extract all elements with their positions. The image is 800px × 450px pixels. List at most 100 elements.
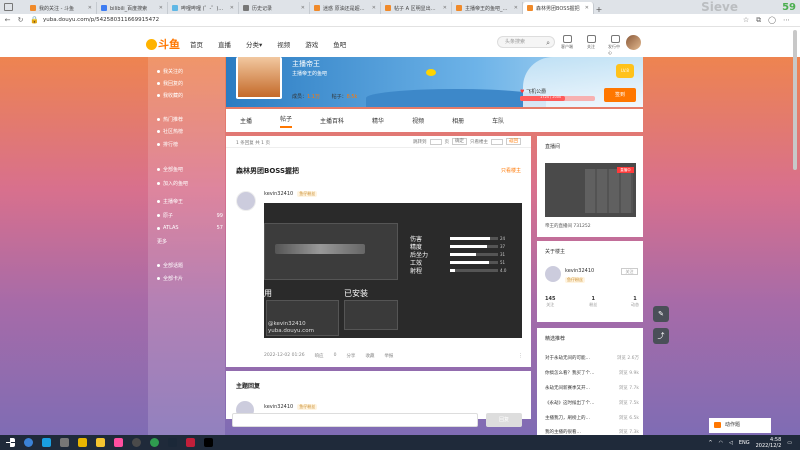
scrollbar[interactable] (793, 30, 797, 170)
reply-input[interactable] (232, 413, 478, 427)
browser-tab[interactable]: 哔哩哔哩 (゜-゜)つロ 干杯~✕ (168, 2, 239, 14)
language-indicator[interactable]: ENG (739, 440, 750, 446)
search-icon[interactable]: ⌕ (546, 38, 550, 48)
sidebar-item-joined[interactable]: 加入的鱼吧 (157, 180, 223, 187)
author-avatar[interactable] (236, 191, 256, 211)
clock[interactable]: 4:58 2022/12/2 (756, 437, 782, 449)
recommend-item[interactable]: 你搞怎么看？我买了个… 浏览 9.9k (545, 370, 639, 376)
start-icon[interactable] (6, 438, 15, 447)
go-button[interactable]: 确定 (452, 138, 467, 145)
sidebar-item-ranking[interactable]: 排行榜 (157, 141, 223, 148)
star-icon[interactable]: ☆ (743, 16, 749, 25)
recommend-item[interactable]: 主播我刀，刷榜上的… 浏览 6.5k (545, 415, 639, 421)
follow-button[interactable]: 关注 (584, 35, 598, 56)
profile-icon[interactable]: ◯ (768, 16, 776, 25)
browser-tab[interactable]: 我的关注 - 斗鱼 ✕ (26, 2, 97, 14)
nav-home[interactable]: 首页 (190, 39, 203, 49)
recommend-item[interactable]: 《永劫》这时候出了个… 浏览 7.5k (545, 400, 639, 406)
notice-popup[interactable]: 动作题 (709, 418, 771, 433)
browser-tab[interactable]: 迷惑 原油还是超神中科Haul✕ (310, 2, 381, 14)
volume-icon[interactable]: ◁ (729, 440, 733, 446)
tab-posts[interactable]: 帖子 (280, 114, 293, 128)
sign-in-button[interactable]: 签到 (604, 88, 636, 102)
close-icon[interactable]: ✕ (301, 5, 305, 11)
app-icon[interactable] (132, 438, 141, 447)
explorer-icon[interactable] (78, 438, 87, 447)
nav-category[interactable]: 分类▾ (246, 39, 262, 49)
post-image[interactable]: 伤害 24 精度 37 后坐力 31 工效 51 射程 4.0 用 已安装 @kevin32410… (264, 203, 522, 338)
stat-following[interactable]: 145 关注 (545, 296, 555, 308)
search-icon[interactable] (24, 438, 33, 447)
report-button[interactable]: 举报 (384, 353, 393, 359)
sidebar-item-my-replies[interactable]: 我回复的 (157, 80, 223, 87)
recommend-item[interactable]: 永劫无间新赛季又开… 浏览 7.7k (545, 385, 639, 391)
sidebar-item-joined-yuba[interactable]: 主播帝王 (157, 198, 223, 205)
back-button[interactable]: 返回 (506, 138, 521, 145)
tab-featured[interactable]: 精华 (372, 116, 384, 125)
wifi-icon[interactable]: ◠ (719, 440, 723, 446)
douyu-logo[interactable]: 斗鱼 (146, 36, 180, 52)
sidebar-item-my-favorites[interactable]: 我收藏的 (157, 92, 223, 99)
publish-center-button[interactable]: 发行中心 (608, 35, 622, 56)
author-name[interactable]: kevin32410 鱼仔粉丝 (264, 191, 318, 197)
yuba-avatar[interactable] (236, 57, 282, 99)
author-only-toggle[interactable] (491, 138, 503, 145)
sidebar-item-joined-yuba[interactable]: 原子 99 (157, 212, 223, 219)
nav-live[interactable]: 直播 (218, 39, 231, 49)
recommend-item[interactable]: 对于永劫无间的可能… 浏览 2.6万 (545, 355, 639, 361)
live-thumbnail[interactable]: 直播中 (545, 163, 636, 217)
browser-tab-active[interactable]: 森林男团BOSS握把 ✕ (523, 2, 594, 14)
stat-posts[interactable]: 1 动态 (631, 296, 639, 308)
share-float-button[interactable]: ⤴ (653, 328, 669, 344)
tab-album[interactable]: 相册 (452, 116, 464, 125)
tab-team[interactable]: 车队 (492, 116, 504, 125)
back-icon[interactable]: ← (4, 16, 11, 24)
edit-button[interactable]: ✎ (653, 306, 669, 322)
close-icon[interactable]: ✕ (230, 5, 234, 11)
tab-wiki[interactable]: 主播百科 (320, 116, 344, 125)
sidebar-item-joined-yuba[interactable]: ATLAS 57 (157, 225, 223, 231)
window-icon[interactable] (4, 3, 13, 11)
live-caption[interactable]: 帝王的直播间 731252 (545, 223, 591, 229)
more-icon[interactable]: ⋮ (518, 353, 523, 359)
close-icon[interactable]: ✕ (372, 5, 376, 11)
notification-icon[interactable]: ▭ (787, 440, 792, 446)
sidebar-item-more[interactable]: 更多 (157, 238, 223, 245)
browser-tab[interactable]: 主播帝王的鱼吧_斗鱼鱼吧✕ (452, 2, 523, 14)
app-icon[interactable] (186, 438, 195, 447)
browser-tab[interactable]: 帖子 A 区明显出现在 ✕ (381, 2, 452, 14)
reply-submit-button[interactable]: 回复 (486, 413, 522, 427)
nav-yuba[interactable]: 鱼吧 (333, 39, 346, 49)
browser-tab[interactable]: bilibili_百度搜索 ✕ (97, 2, 168, 14)
taskview-icon[interactable] (60, 438, 69, 447)
app-icon[interactable] (114, 438, 123, 447)
owner-name[interactable]: kevin32410 (565, 268, 594, 274)
sidebar-item-hot[interactable]: 热门推荐 (157, 116, 223, 123)
nav-video[interactable]: 视频 (277, 39, 290, 49)
search-input[interactable]: 头条搜索 ⌕ (497, 36, 555, 48)
extensions-icon[interactable]: ⧉ (756, 16, 761, 25)
nav-game[interactable]: 游戏 (305, 39, 318, 49)
reply-user[interactable]: kevin32410 鱼仔粉丝 (264, 404, 318, 410)
close-icon[interactable]: ✕ (585, 5, 589, 11)
share-button[interactable]: 分享 (346, 353, 355, 359)
like-button[interactable]: 响应 (315, 353, 324, 359)
close-icon[interactable]: ✕ (514, 5, 518, 11)
sidebar-item-community-hot[interactable]: 社区热榜 (157, 128, 223, 135)
client-button[interactable]: 客户端 (560, 35, 574, 56)
author-only-link[interactable]: 只看楼主 (470, 139, 488, 145)
sidebar-item-all-cards[interactable]: 全部卡片 (157, 275, 223, 282)
chevron-up-icon[interactable]: ^ (708, 440, 712, 446)
sidebar-item-all-yuba[interactable]: 全部鱼吧 (157, 166, 223, 173)
menu-icon[interactable]: ⋯ (783, 16, 790, 25)
sidebar-item-my-follows[interactable]: 我关注的 (157, 68, 223, 75)
edge-icon[interactable] (42, 438, 51, 447)
owner-avatar[interactable] (545, 266, 561, 282)
steam-icon[interactable] (168, 438, 177, 447)
sidebar-item-all-topics[interactable]: 全部话题 (157, 262, 223, 269)
url-field[interactable]: yuba.douyu.com/p/542580311669915472 (43, 17, 737, 23)
close-icon[interactable]: ✕ (88, 5, 92, 11)
author-only-link[interactable]: 只看楼主 (501, 167, 521, 174)
close-icon[interactable]: ✕ (443, 5, 447, 11)
tiktok-icon[interactable] (204, 438, 213, 447)
